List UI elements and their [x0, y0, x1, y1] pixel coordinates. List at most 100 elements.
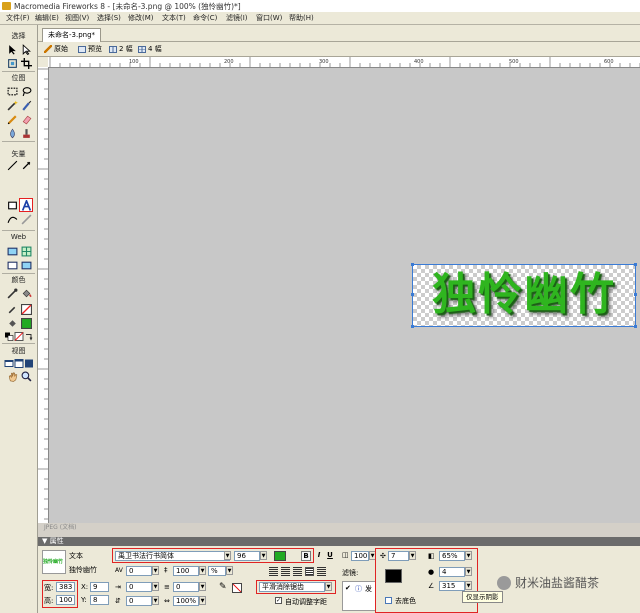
height-field[interactable]: 100	[56, 595, 75, 605]
hide-slices-icon[interactable]	[6, 259, 18, 271]
properties-header[interactable]: ▼ 属性	[38, 537, 640, 546]
menu-filters[interactable]: 滤镜(I)	[226, 13, 248, 23]
line-tool-icon[interactable]	[6, 159, 18, 171]
shadow-opacity-dropdown-arrow[interactable]: ▼	[465, 551, 472, 560]
full-screen-icon[interactable]	[24, 357, 34, 369]
standard-screen-icon[interactable]	[4, 357, 14, 369]
subselect-tool-icon[interactable]	[20, 43, 32, 55]
zoom-tool-icon[interactable]	[20, 370, 32, 382]
freeform-tool-icon[interactable]	[6, 213, 18, 225]
horizontal-scale-field[interactable]: 100%	[173, 596, 199, 606]
selection-handle[interactable]	[634, 263, 637, 266]
font-dropdown-arrow[interactable]: ▼	[224, 551, 231, 560]
kerning-field[interactable]: 0	[126, 566, 152, 576]
vertical-ruler[interactable]	[38, 67, 49, 523]
selection-handle[interactable]	[634, 293, 637, 296]
show-slices-icon[interactable]	[20, 259, 32, 271]
shadow-softness-dropdown-arrow[interactable]: ▼	[465, 567, 472, 576]
shadow-opacity-field[interactable]: 65%	[439, 551, 465, 561]
hotspot-tool-icon[interactable]	[6, 245, 18, 257]
antialias-dropdown-arrow[interactable]: ▼	[325, 582, 332, 591]
baseline-field[interactable]: 0	[126, 596, 152, 606]
baseline-dropdown-arrow[interactable]: ▼	[152, 596, 159, 605]
lasso-tool-icon[interactable]	[20, 85, 32, 97]
unit-dropdown-arrow[interactable]: ▼	[226, 566, 233, 575]
align-left-icon[interactable]	[269, 567, 278, 576]
slice-tool-icon[interactable]	[20, 245, 32, 257]
menu-text[interactable]: 文本(T)	[162, 13, 186, 23]
y-field[interactable]: 8	[90, 595, 109, 605]
stroke-none-swatch[interactable]	[232, 583, 242, 593]
two-up-view-button[interactable]: 2 幅	[109, 44, 133, 54]
original-view-button[interactable]: 原始	[44, 44, 68, 54]
size-dropdown-arrow[interactable]: ▼	[260, 551, 267, 560]
pencil-tool-icon[interactable]	[6, 113, 18, 125]
bold-button[interactable]: B	[301, 551, 311, 561]
swap-colors-icon[interactable]	[24, 330, 34, 342]
tab-document[interactable]: 未命名-3.png*	[42, 28, 102, 42]
shadow-distance-dropdown-arrow[interactable]: ▼	[409, 551, 416, 560]
menu-commands[interactable]: 命令(C)	[193, 13, 217, 23]
preview-view-button[interactable]: 预览	[78, 44, 102, 54]
menu-file[interactable]: 文件(F)	[6, 13, 30, 23]
four-up-view-button[interactable]: 4 幅	[138, 44, 162, 54]
x-field[interactable]: 9	[90, 582, 109, 592]
no-stroke-icon[interactable]	[14, 330, 24, 342]
stroke-color-icon[interactable]	[6, 303, 18, 315]
menu-edit[interactable]: 编辑(E)	[35, 13, 59, 23]
leading-dropdown-arrow[interactable]: ▼	[199, 566, 206, 575]
fill-color-icon[interactable]	[6, 317, 18, 329]
shadow-softness-field[interactable]: 4	[439, 567, 465, 577]
marquee-tool-icon[interactable]	[6, 85, 18, 97]
underline-button[interactable]: U	[325, 551, 335, 561]
object-name[interactable]: 独怜幽竹	[69, 565, 97, 575]
rectangle-tool-icon[interactable]	[6, 199, 18, 211]
menu-view[interactable]: 视图(V)	[65, 13, 89, 23]
pointer-tool-icon[interactable]	[6, 43, 18, 55]
menu-select[interactable]: 选择(S)	[97, 13, 121, 23]
align-right-icon[interactable]	[293, 567, 302, 576]
blur-tool-icon[interactable]	[6, 127, 18, 139]
scale-dropdown-arrow[interactable]: ▼	[199, 596, 206, 605]
default-colors-icon[interactable]	[4, 330, 14, 342]
auto-kern-checkbox[interactable]: ✓	[275, 597, 282, 604]
magic-wand-icon[interactable]	[6, 99, 18, 111]
eraser-tool-icon[interactable]	[20, 113, 32, 125]
selection-handle[interactable]	[411, 293, 414, 296]
stretch-icon[interactable]	[317, 567, 326, 576]
menu-help[interactable]: 帮助(H)	[289, 13, 314, 23]
shadow-color-swatch[interactable]	[385, 569, 402, 583]
fill-swatch[interactable]	[20, 317, 32, 329]
brush-tool-icon[interactable]	[20, 99, 32, 111]
shadow-angle-field[interactable]: 315	[439, 581, 465, 591]
kerning-dropdown-arrow[interactable]: ▼	[152, 566, 159, 575]
align-center-icon[interactable]	[281, 567, 290, 576]
shadow-angle-dropdown-arrow[interactable]: ▼	[465, 581, 472, 590]
crop-tool-icon[interactable]	[20, 57, 32, 69]
knockout-checkbox[interactable]	[385, 597, 392, 604]
opacity-field[interactable]: 100	[351, 551, 369, 561]
leading-field[interactable]: 100	[173, 566, 199, 576]
space-after-dropdown-arrow[interactable]: ▼	[199, 582, 206, 591]
paint-bucket-icon[interactable]	[20, 287, 32, 299]
space-after-field[interactable]: 0	[173, 582, 199, 592]
antialias-select[interactable]: 平滑消除锯齿	[259, 582, 325, 592]
eyedropper-tool-icon[interactable]	[6, 287, 18, 299]
scale-tool-icon[interactable]	[6, 57, 18, 69]
justify-icon[interactable]	[305, 567, 314, 576]
knife-tool-icon[interactable]	[20, 213, 32, 225]
horizontal-ruler[interactable]: 100 200 300 400 500 600	[48, 57, 640, 68]
menu-modify[interactable]: 修改(M)	[128, 13, 154, 23]
full-screen-menus-icon[interactable]	[14, 357, 24, 369]
shadow-distance-field[interactable]: 7	[388, 551, 409, 561]
width-field[interactable]: 383	[56, 582, 75, 592]
fill-color-swatch[interactable]	[274, 551, 286, 561]
stroke-swatch[interactable]	[20, 303, 32, 315]
selection-handle[interactable]	[634, 325, 637, 328]
font-select[interactable]: 禹卫书法行书简体	[115, 551, 230, 561]
selection-handle[interactable]	[411, 263, 414, 266]
indent-dropdown-arrow[interactable]: ▼	[152, 582, 159, 591]
selection-handle[interactable]	[411, 325, 414, 328]
menu-window[interactable]: 窗口(W)	[256, 13, 282, 23]
indent-field[interactable]: 0	[126, 582, 152, 592]
